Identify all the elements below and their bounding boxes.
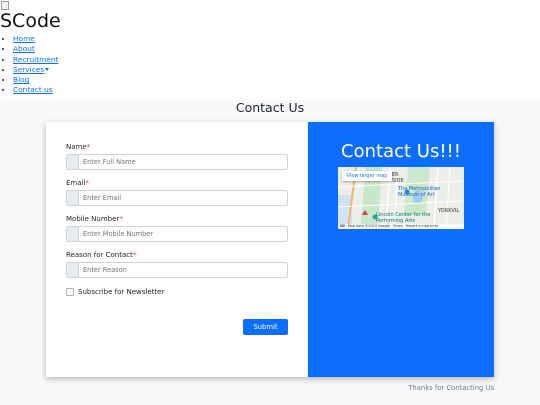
map-footer: ⌨ Map data ©2023 Google Terms Report a m… (338, 224, 464, 229)
mobile-input-prefix (66, 226, 78, 242)
name-input-prefix (66, 154, 78, 170)
email-label: Email* (66, 179, 89, 187)
map-label-museum: The Metropolitan Museum of Art (398, 186, 441, 198)
map-label-side: SIDE (392, 178, 404, 184)
nav-link-blog[interactable]: Blog (13, 75, 29, 84)
newsletter-checkbox[interactable] (66, 288, 74, 296)
nav-item-services: Services (13, 65, 540, 75)
reason-input[interactable] (78, 262, 288, 278)
reason-label: Reason for Contact* (66, 251, 137, 259)
page-title: Contact Us (235, 100, 305, 115)
contact-card: Name* Email* Mobile Number* (46, 122, 494, 377)
name-field-group: Name* (66, 143, 288, 170)
newsletter-label: Subscribe for Newsletter (78, 288, 165, 296)
name-input[interactable] (78, 154, 288, 170)
site-header: SCode Home About Recruitment Services Bl… (0, 0, 540, 100)
main-section: Contact Us Name* Email* Mobile Number* (0, 100, 540, 405)
main-nav: Home About Recruitment Services Blog Con… (0, 34, 540, 96)
contact-form: Name* Email* Mobile Number* (46, 122, 308, 377)
nav-item-blog: Blog (13, 75, 540, 85)
submit-button[interactable]: Submit (243, 319, 288, 335)
email-input-prefix (66, 190, 78, 206)
map-data-credit: Map data ©2023 Google (347, 224, 390, 228)
contact-side-panel: Contact Us!!! View larger map ER SIDE Th… (308, 122, 494, 377)
required-mark: * (132, 251, 137, 259)
nav-link-home[interactable]: Home (13, 34, 35, 43)
map-label-lincoln: Lincoln Center for the Performing Arts (376, 212, 431, 224)
nav-item-home: Home (13, 34, 540, 44)
nav-link-contact[interactable]: Contact us (13, 85, 53, 94)
nav-link-services[interactable]: Services (13, 64, 50, 74)
nav-services-label: Services (13, 64, 45, 74)
mobile-label: Mobile Number* (66, 215, 123, 223)
name-label: Name* (66, 143, 91, 151)
reason-field-group: Reason for Contact* (66, 251, 288, 278)
mobile-input[interactable] (78, 226, 288, 242)
nav-item-recruitment: Recruitment (13, 55, 540, 65)
nav-link-recruitment[interactable]: Recruitment (13, 55, 58, 64)
email-input[interactable] (78, 190, 288, 206)
nav-item-about: About (13, 44, 540, 54)
map-terms-link[interactable]: Terms (393, 224, 403, 229)
map-report-link[interactable]: Report a map error (406, 224, 438, 229)
reason-input-prefix (66, 262, 78, 278)
required-mark: * (119, 215, 123, 223)
required-mark: * (86, 143, 91, 151)
map-label-yorkville: YORKVIL (438, 208, 460, 214)
nav-link-about[interactable]: About (13, 44, 35, 53)
thanks-note: Thanks for Contacting Us (408, 384, 494, 392)
caret-down-icon (45, 68, 50, 72)
mobile-field-group: Mobile Number* (66, 215, 288, 242)
embedded-map[interactable]: View larger map ER SIDE The Metropolitan… (338, 167, 464, 229)
view-larger-map-button[interactable]: View larger map (342, 171, 392, 181)
side-title: Contact Us!!! (341, 141, 461, 162)
nav-item-contact: Contact us (13, 85, 540, 95)
email-field-group: Email* (66, 179, 288, 206)
brand-title: SCode (0, 10, 61, 32)
broken-image-icon (0, 0, 10, 11)
required-mark: * (85, 179, 89, 187)
keyboard-icon[interactable]: ⌨ (340, 224, 345, 229)
newsletter-checkbox-row[interactable]: Subscribe for Newsletter (66, 288, 164, 296)
